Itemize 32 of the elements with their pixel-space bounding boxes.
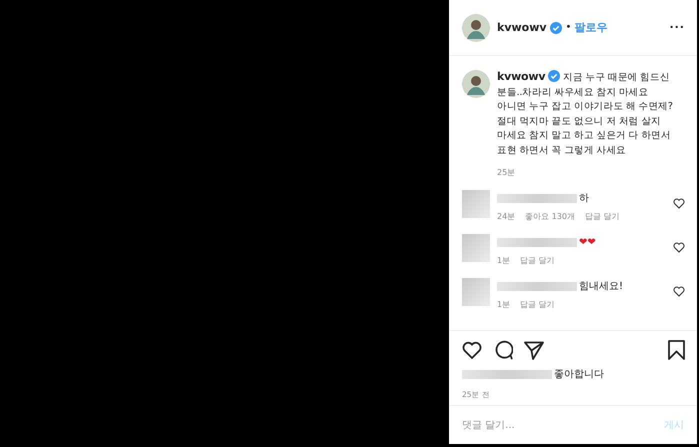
- bookmark-icon[interactable]: [668, 340, 685, 360]
- avatar-icon[interactable]: [462, 70, 490, 98]
- heart-icon[interactable]: [673, 198, 685, 209]
- blurred-avatar: [462, 278, 490, 306]
- reply-link[interactable]: 답글 달기: [520, 299, 555, 310]
- reply-link[interactable]: 답글 달기: [520, 255, 555, 266]
- comment-time: 24분: [497, 211, 516, 222]
- verified-icon: [550, 22, 562, 34]
- comment-text: 하: [579, 192, 589, 205]
- comment-text: 힘내세요!: [579, 280, 624, 293]
- blurred-avatar: [462, 234, 490, 262]
- post-time: 25분: [497, 167, 516, 178]
- comment-text: ❤❤: [579, 236, 596, 248]
- share-icon[interactable]: [524, 340, 544, 360]
- follow-link[interactable]: 팔로우: [574, 20, 608, 35]
- username-link[interactable]: kvwowv: [497, 70, 546, 83]
- username-link[interactable]: kvwowv: [497, 21, 547, 34]
- heart-icon[interactable]: [673, 242, 685, 253]
- avatar-icon[interactable]: [462, 14, 490, 42]
- comment-time: 1분: [497, 299, 510, 310]
- reply-link[interactable]: 답글 달기: [585, 211, 620, 222]
- heart-icon[interactable]: [673, 286, 685, 297]
- comment-time: 1분: [497, 255, 510, 266]
- verified-icon: [548, 70, 560, 82]
- caption-text: kvwowv 지금 누구 때문에 힘드신 분들..차라리 싸우세요 참지 마세요 아니면 누구 잡고 이야기라도 해 수면제? 절대 먹지마 끝도 없으니 저 처럼 살지 마세요 참지 말고 하고 싶은거 다 하면서 표현 하면서 꼭 그렇게 사세요: [497, 70, 674, 158]
- separator-dot: •: [566, 22, 572, 33]
- likes-text: 좋아합니다: [554, 368, 604, 381]
- more-options-button[interactable]: ...: [669, 20, 685, 34]
- heart-icon[interactable]: [462, 341, 482, 359]
- comment-icon[interactable]: [493, 340, 513, 360]
- blurred-avatar: [462, 190, 490, 218]
- likes-count-link[interactable]: 좋아요 130개: [525, 211, 575, 222]
